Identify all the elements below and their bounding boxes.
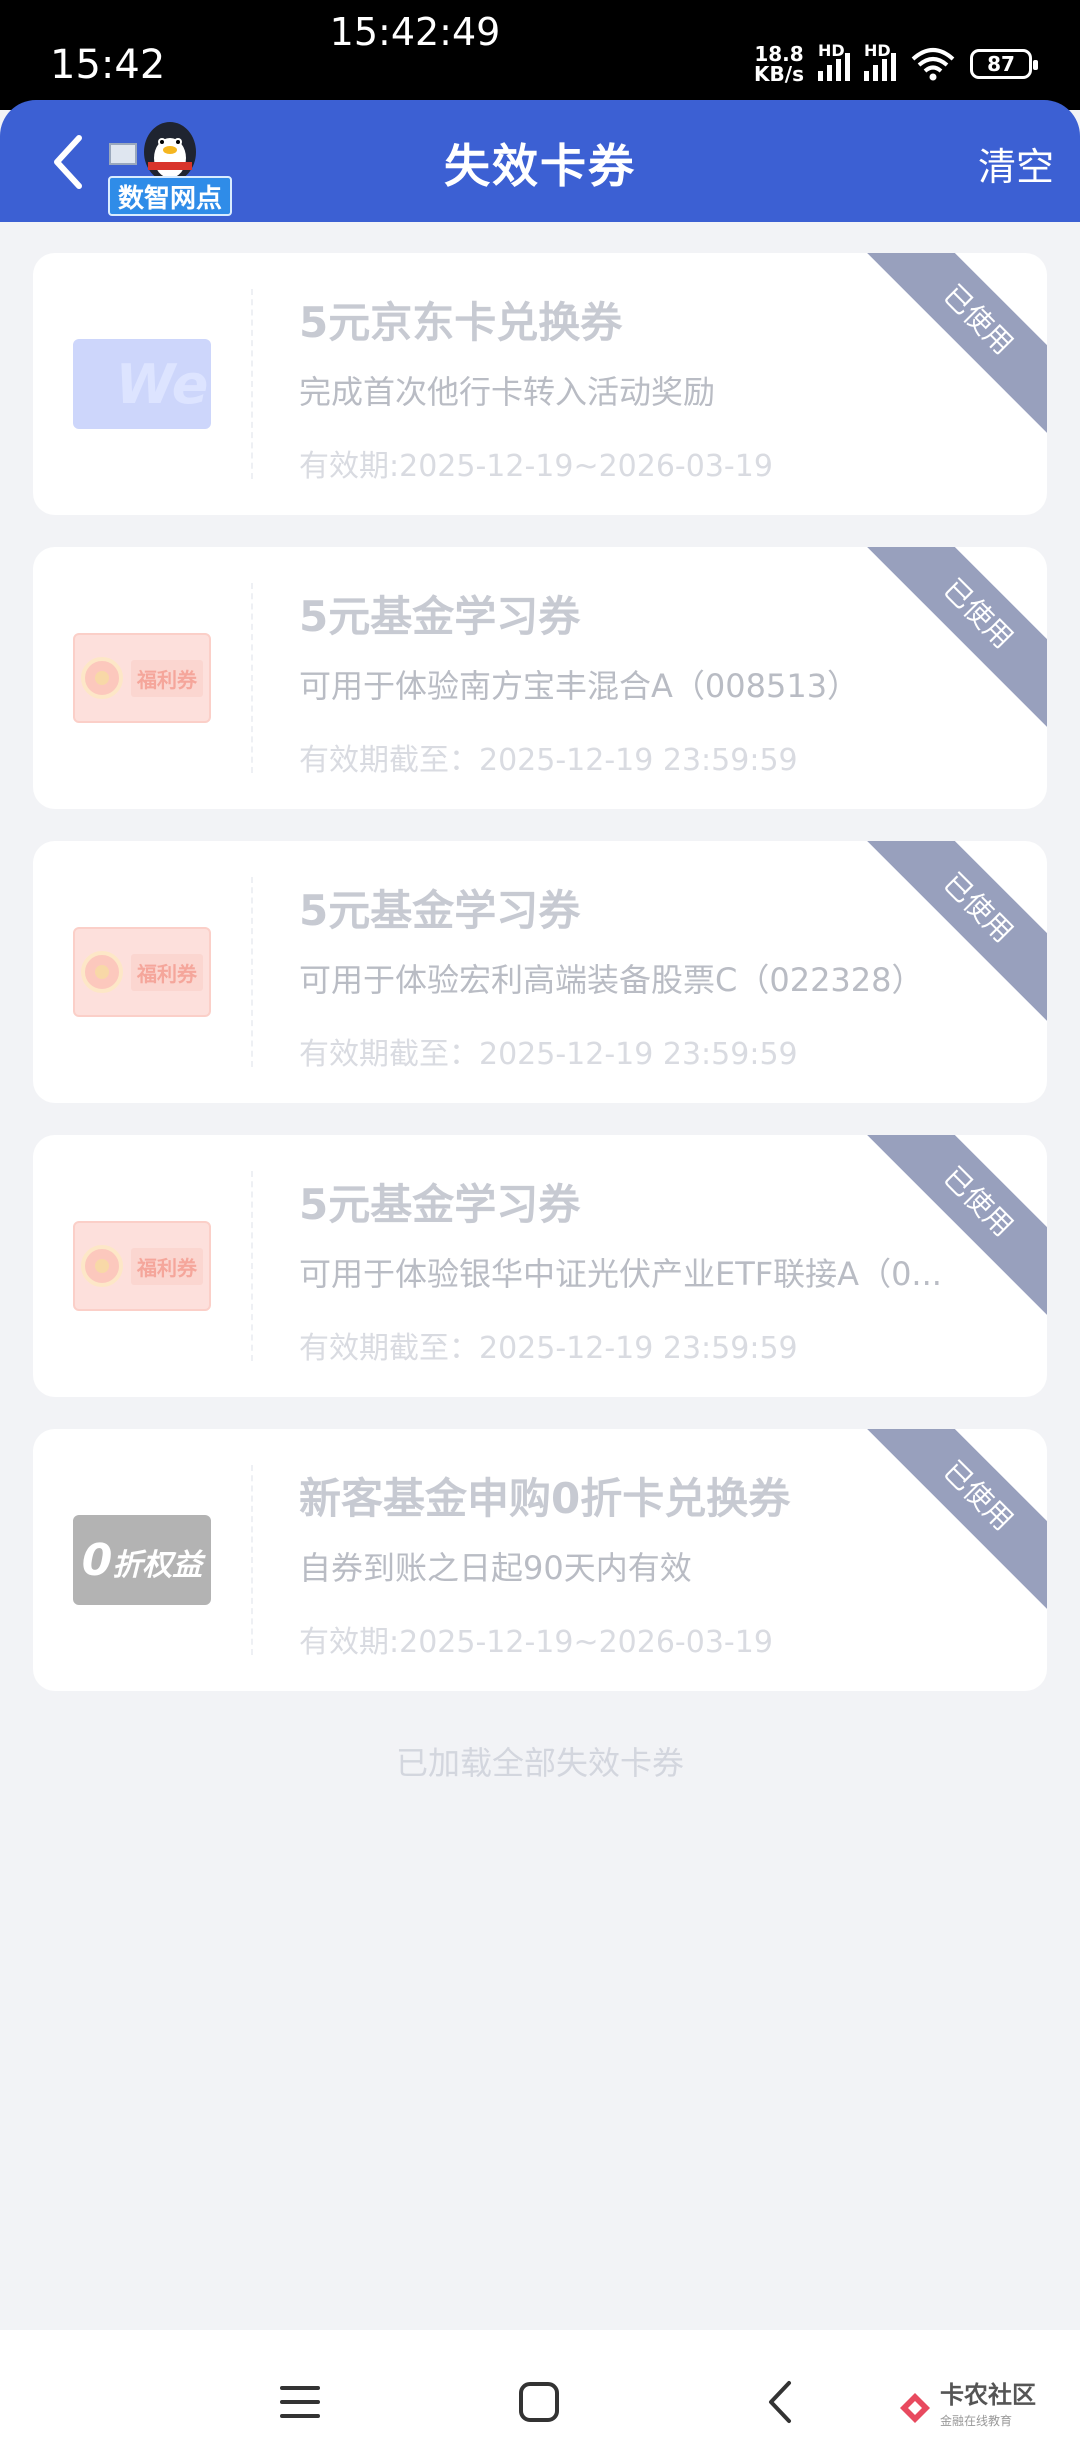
dashed-divider: [251, 877, 253, 1067]
status-bar: 15:42 15:42:49 18.8 KB/s HD HD 87: [0, 0, 1080, 110]
watermark-title: 卡农社区: [940, 2381, 1036, 2409]
coupon-card[interactable]: 0折权益 新客基金申购0折卡兑换券 自券到账之日起90天内有效 有效期:2025…: [33, 1429, 1047, 1691]
network-speed-value: 18.8: [754, 42, 804, 66]
dashed-divider: [251, 289, 253, 479]
list-end-text: 已加载全部失效卡券: [395, 1744, 684, 1782]
fuli-coupon-thumbnail: 福利券: [73, 633, 211, 723]
zero-discount-thumbnail: 0折权益: [73, 1515, 211, 1605]
coupon-title: 5元京东卡兑换券: [299, 298, 623, 347]
battery-icon: 87: [970, 49, 1038, 79]
page-title: 失效卡券: [444, 139, 636, 193]
coupon-description: 可用于体验银华中证光伏产业ETF联接A（0...: [299, 1255, 942, 1293]
coupon-list: We 5元京东卡兑换券 完成首次他行卡转入活动奖励 有效期:2025-12-19…: [33, 253, 1047, 1723]
watermark-subtitle: 金融在线教育: [940, 2414, 1013, 2428]
dashed-divider: [251, 583, 253, 773]
thumbnail-text: 福利券: [131, 659, 203, 697]
thumbnail-small-text: 折权益: [112, 1547, 203, 1583]
back-arrow-icon: [769, 2381, 791, 2423]
status-icons: 18.8 KB/s HD HD 87: [754, 41, 1038, 84]
coin-icon: [81, 951, 123, 993]
signal-icon: HD: [864, 41, 896, 81]
coupon-validity: 有效期截至：2025-12-19 23:59:59: [299, 1331, 798, 1366]
network-speed: 18.8 KB/s: [754, 44, 804, 84]
coupon-title: 5元基金学习券: [299, 886, 581, 935]
hd-label: HD: [818, 41, 845, 60]
fuli-coupon-thumbnail: 福利券: [73, 1221, 211, 1311]
home-button[interactable]: [509, 2372, 569, 2432]
kanong-logo-icon: [900, 2393, 930, 2423]
dashed-divider: [251, 1465, 253, 1655]
thumbnail-text: 0折权益: [82, 1535, 203, 1586]
coupon-title: 5元基金学习券: [299, 1180, 581, 1229]
coupon-validity: 有效期:2025-12-19~2026-03-19: [299, 1625, 773, 1660]
coupon-description: 可用于体验宏利高端装备股票C（022328）: [299, 961, 924, 999]
hd-label: HD: [864, 41, 891, 60]
network-speed-unit: KB/s: [754, 62, 804, 86]
system-back-button[interactable]: [750, 2372, 810, 2432]
thumbnail-big-text: 0: [81, 1534, 113, 1586]
coin-icon: [81, 657, 123, 699]
dashed-divider: [251, 1171, 253, 1361]
wifi-icon: [911, 48, 955, 81]
watermark-logo: 卡农社区金融在线教育: [898, 2382, 1036, 2434]
thumbnail-text: 福利券: [131, 1247, 203, 1285]
menu-icon: [280, 2386, 320, 2418]
system-nav-bar: 卡农社区金融在线教育: [0, 2330, 1080, 2460]
coupon-card[interactable]: We 5元京东卡兑换券 完成首次他行卡转入活动奖励 有效期:2025-12-19…: [33, 253, 1047, 515]
coupon-validity: 有效期截至：2025-12-19 23:59:59: [299, 1037, 798, 1072]
coupon-title: 新客基金申购0折卡兑换券: [299, 1474, 791, 1523]
thumbnail-text: 福利券: [131, 953, 203, 991]
coupon-validity: 有效期截至：2025-12-19 23:59:59: [299, 743, 798, 778]
coupon-description: 完成首次他行卡转入活动奖励: [299, 373, 716, 411]
app-header: 数智网点 失效卡券 清空: [0, 100, 1080, 222]
coin-icon: [81, 1245, 123, 1287]
coupon-description: 可用于体验南方宝丰混合A（008513）: [299, 667, 860, 705]
clear-button[interactable]: 清空: [978, 136, 1054, 191]
fuli-coupon-thumbnail: 福利券: [73, 927, 211, 1017]
coupon-title: 5元基金学习券: [299, 592, 581, 641]
home-square-icon: [519, 2382, 559, 2422]
recent-apps-button[interactable]: [270, 2372, 330, 2432]
jd-card-thumbnail: We: [73, 339, 211, 429]
coupon-card[interactable]: 福利券 5元基金学习券 可用于体验宏利高端装备股票C（022328） 有效期截至…: [33, 841, 1047, 1103]
coupon-description: 自券到账之日起90天内有效: [299, 1549, 692, 1587]
coupon-card[interactable]: 福利券 5元基金学习券 可用于体验南方宝丰混合A（008513） 有效期截至：2…: [33, 547, 1047, 809]
coupon-card[interactable]: 福利券 5元基金学习券 可用于体验银华中证光伏产业ETF联接A（0... 有效期…: [33, 1135, 1047, 1397]
signal-icon: HD: [818, 41, 850, 81]
coupon-validity: 有效期:2025-12-19~2026-03-19: [299, 449, 773, 484]
thumbnail-text: We: [115, 352, 209, 416]
